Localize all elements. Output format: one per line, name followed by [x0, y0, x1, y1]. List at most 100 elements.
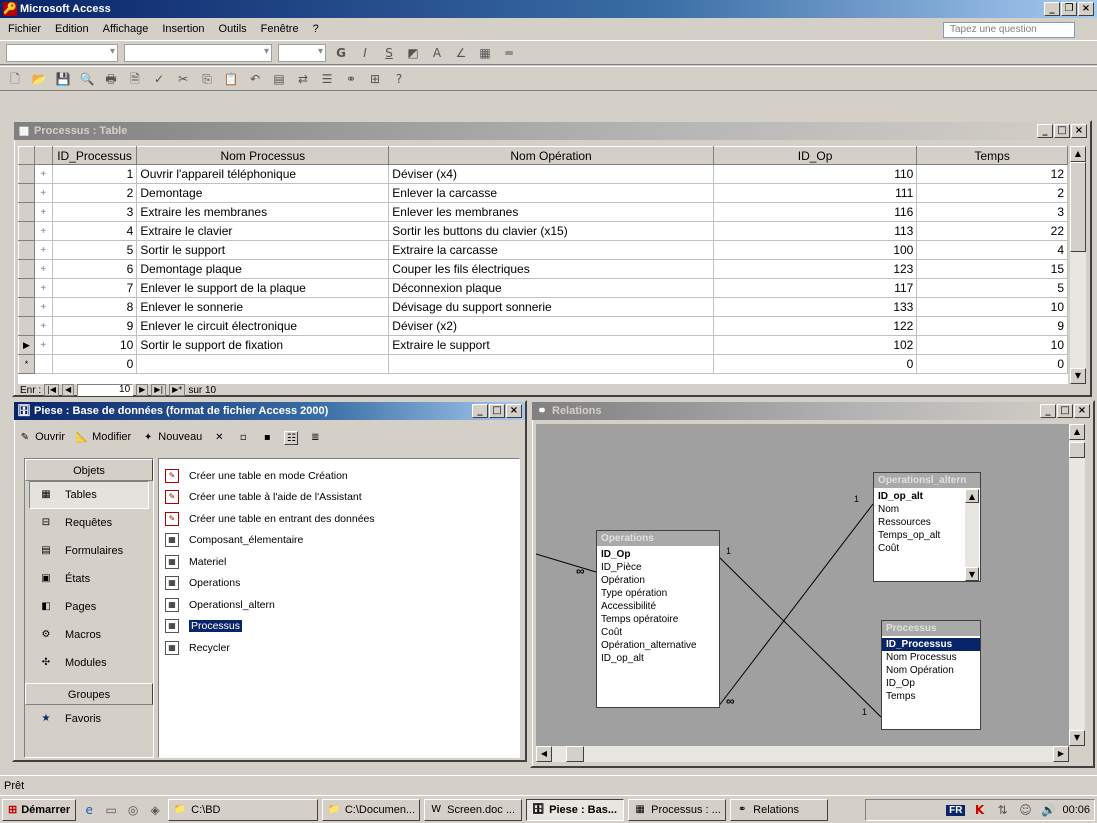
expand-icon[interactable]: + — [33, 335, 53, 355]
bold-icon[interactable]: G — [332, 44, 350, 62]
open-button[interactable]: ✎ Ouvrir — [18, 431, 65, 445]
field-item[interactable]: Coût — [874, 542, 962, 555]
cell[interactable]: Couper les fils électriques — [388, 259, 714, 279]
processus-table-window[interactable]: ▦ Processus : Table _ □ × ID_Processus No… — [12, 120, 1092, 397]
search-icon[interactable]: 🔍 — [78, 70, 96, 88]
scroll-thumb[interactable] — [566, 746, 584, 762]
relations-horizontal-scrollbar[interactable]: ◀ ▶ — [536, 746, 1069, 762]
object-combo[interactable] — [6, 43, 118, 62]
taskbar-button[interactable]: 🗄 Piese : Bas... — [526, 798, 625, 821]
row-selector[interactable] — [18, 164, 35, 184]
table-list-item[interactable]: ▦ Composant_élementaire — [159, 530, 519, 552]
modify-button[interactable]: 📐 Modifier — [75, 431, 131, 445]
table-list-item[interactable]: ▦ Operations — [159, 573, 519, 595]
cell[interactable] — [136, 354, 390, 374]
cell[interactable]: 123 — [712, 259, 918, 279]
field-item[interactable]: ID_op_alt — [874, 490, 962, 503]
prev-record-button[interactable]: ◀ — [61, 384, 75, 396]
datasheet-title-bar[interactable]: ▦ Processus : Table _ □ × — [14, 122, 1090, 140]
row-selector[interactable] — [18, 297, 35, 317]
new-record-row[interactable]: * 0 0 0 — [18, 354, 1068, 374]
objects-item-page[interactable]: ◧ Pages — [25, 593, 153, 621]
cell[interactable]: 5 — [51, 240, 138, 260]
objects-item-report[interactable]: ▣ États — [25, 565, 153, 593]
table-row[interactable]: +3 Extraire les membranes Enlever les memb… — [18, 202, 1068, 222]
cell[interactable]: 1 — [51, 164, 138, 184]
relationship-line[interactable] — [717, 555, 882, 718]
column-header[interactable]: Nom Opération — [388, 146, 714, 165]
operations-table-box[interactable]: Operations ID_Op ID_Pièce Opération Type op… — [596, 530, 720, 708]
cell[interactable]: Extraire le clavier — [136, 221, 390, 241]
objects-header[interactable]: Objets — [25, 459, 153, 481]
field-item[interactable]: Opération_alternative — [597, 639, 719, 652]
cell[interactable]: 110 — [712, 164, 918, 184]
analyze-icon[interactable]: ▤ — [270, 70, 288, 88]
row-selector[interactable]: ▶ — [18, 335, 35, 355]
column-header[interactable]: ID_Op — [712, 146, 918, 165]
cell[interactable]: 100 — [712, 240, 918, 260]
fill-color-icon[interactable]: ◩ — [404, 44, 422, 62]
cell[interactable]: Demontage plaque — [136, 259, 390, 279]
row-selector[interactable] — [18, 278, 35, 298]
relationship-line[interactable] — [536, 553, 597, 573]
field-item[interactable]: Opération — [597, 574, 719, 587]
expand-icon[interactable]: + — [33, 164, 53, 184]
scroll-left-arrow-icon[interactable]: ◀ — [536, 746, 552, 762]
dbwindow-title-bar[interactable]: 🗄 Piese : Base de données (format de fic… — [14, 402, 525, 420]
copy-icon[interactable]: ⎘ — [198, 70, 216, 88]
relationships-icon[interactable]: ⚭ — [342, 70, 360, 88]
cell[interactable]: 5 — [916, 278, 1068, 298]
objects-item-table[interactable]: ▦ Tables — [29, 481, 149, 509]
close-button[interactable]: × — [1074, 404, 1090, 418]
table-row[interactable]: +6 Demontage plaque Couper les fils électr… — [18, 259, 1068, 279]
last-record-button[interactable]: ▶| — [151, 384, 167, 396]
cell[interactable]: 10 — [916, 335, 1068, 355]
table-row[interactable]: +7 Enlever le support de la plaque Déconne… — [18, 278, 1068, 298]
minimize-button[interactable]: _ — [1040, 404, 1056, 418]
app-title-bar[interactable]: 🔑 Microsoft Access _ ❐ × — [0, 0, 1097, 18]
cell[interactable]: 4 — [916, 240, 1068, 260]
size-combo[interactable] — [278, 43, 326, 62]
line-style-icon[interactable]: ═ — [500, 44, 518, 62]
minimize-button[interactable]: _ — [472, 404, 488, 418]
row-selector[interactable] — [18, 183, 35, 203]
field-item[interactable]: ID_op_alt — [597, 652, 719, 665]
objects-item-macro[interactable]: ⚙ Macros — [25, 621, 153, 649]
cell[interactable]: 2 — [51, 183, 138, 203]
cell[interactable]: 0 — [916, 354, 1068, 374]
table-box-scrollbar[interactable]: ▲ ▼ — [965, 489, 979, 581]
print-icon[interactable]: 🖶 — [102, 70, 120, 88]
field-item[interactable]: ID_Op — [882, 677, 980, 690]
cell[interactable]: 22 — [916, 221, 1068, 241]
cell[interactable]: 113 — [712, 221, 918, 241]
field-item[interactable]: Temps opératoire — [597, 613, 719, 626]
quicklaunch-media-icon[interactable]: ◎ — [124, 801, 142, 819]
new-object-icon[interactable]: ⊞ — [366, 70, 384, 88]
row-selector[interactable] — [18, 221, 35, 241]
taskbar-button[interactable]: 📁 C:\Documen... — [322, 798, 421, 821]
next-record-button[interactable]: ▶ — [136, 384, 149, 396]
field-item[interactable]: Temps — [882, 690, 980, 703]
cell[interactable]: 12 — [916, 164, 1068, 184]
column-header[interactable]: ID_Processus — [51, 146, 138, 165]
row-selector[interactable] — [18, 259, 35, 279]
cut-icon[interactable]: ✂ — [174, 70, 192, 88]
restore-button[interactable]: □ — [1054, 124, 1070, 138]
close-button[interactable]: × — [506, 404, 522, 418]
cell[interactable]: 2 — [916, 183, 1068, 203]
field-item[interactable]: ID_Pièce — [597, 561, 719, 574]
table-row[interactable]: ▶ +10 Sortir le support de fixation Extrair… — [18, 335, 1068, 355]
quicklaunch-desktop-icon[interactable]: ▭ — [102, 801, 120, 819]
small-icons-icon[interactable]: ▪ — [260, 431, 274, 445]
cell[interactable]: 3 — [51, 202, 138, 222]
gridlines-icon[interactable]: ▦ — [476, 44, 494, 62]
paste-icon[interactable]: 📋 — [222, 70, 240, 88]
restore-button[interactable]: ❐ — [1061, 2, 1077, 16]
details-view-icon[interactable]: ≣ — [308, 431, 322, 445]
column-header[interactable]: Temps — [916, 146, 1068, 165]
cell[interactable]: 8 — [51, 297, 138, 317]
table-row[interactable]: +1 Ouvrir l'appareil téléphonique Déviser … — [18, 164, 1068, 184]
messenger-icon[interactable]: ☺ — [1016, 801, 1034, 819]
cell[interactable]: 7 — [51, 278, 138, 298]
cell[interactable]: 102 — [712, 335, 918, 355]
